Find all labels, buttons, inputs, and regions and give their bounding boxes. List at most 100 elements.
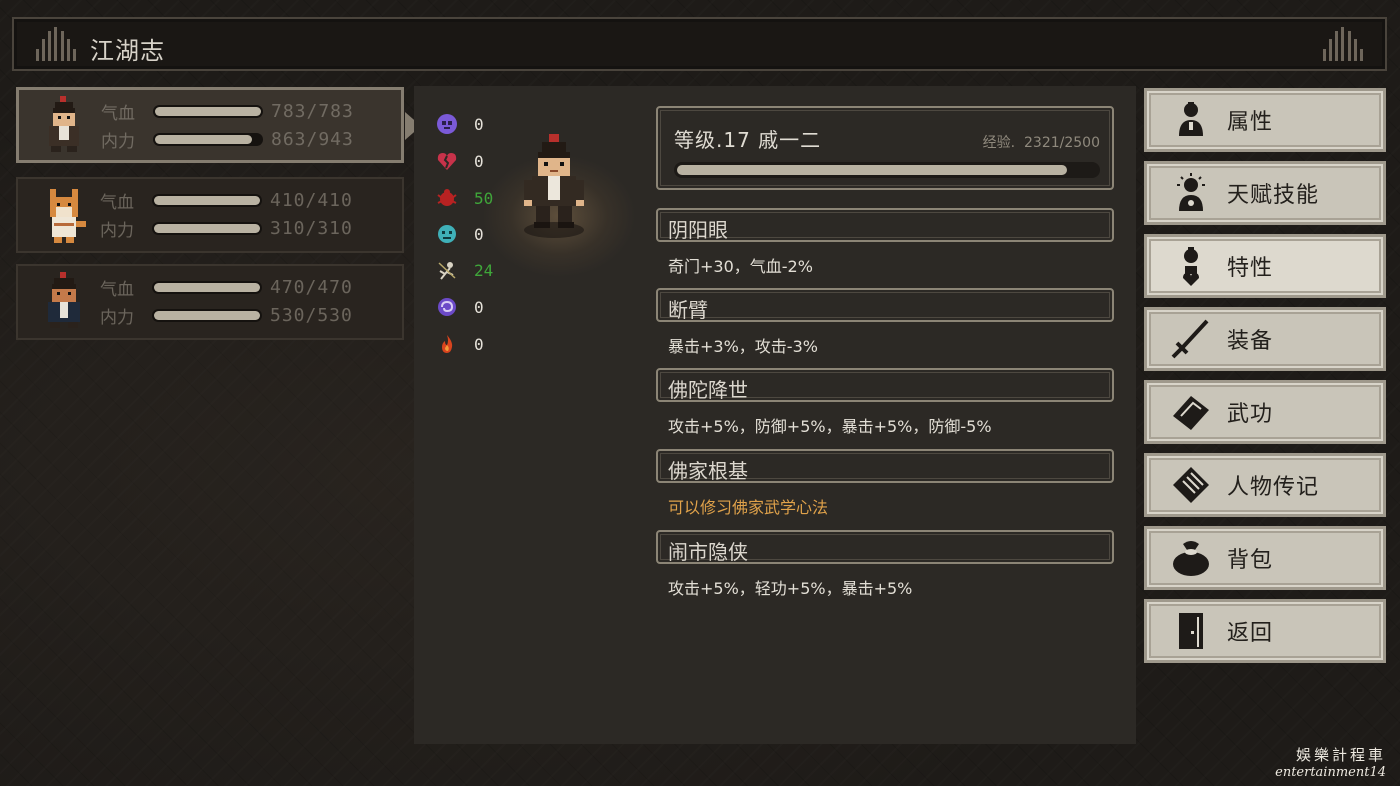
resist-row-flame: 0 [436,332,484,356]
page-title: 江湖志 [90,37,165,65]
hp-row: 气血 783/783 [101,100,354,124]
mp-label: 内力 [100,220,134,241]
menu-back-button[interactable]: 返回 [1144,599,1386,663]
trait-header[interactable]: 阴阳眼 [656,208,1114,242]
ornament-left-icon [36,27,76,61]
mp-bar-fill [154,310,260,320]
trait-header[interactable]: 断臂 [656,288,1114,322]
menu-talent-skills-button[interactable]: 天赋技能 [1144,161,1386,225]
hero-sprite-image [524,134,584,238]
exp-bar-fill [677,165,1067,175]
trait-description: 攻击+5%，轻功+5%，暴击+5% [668,579,913,598]
party-member-3[interactable]: 气血 470/470 内力 530/530 [16,264,404,340]
menu-label: 装备 [1227,329,1274,354]
level-exp-box: 等级.17 戚一二 经验. 2321/2500 [656,106,1114,190]
menu-label: 特性 [1227,256,1274,281]
warrior-portrait-avatar [48,272,80,328]
martial-book-icon [1173,396,1209,430]
hero-portrait-avatar [49,96,79,152]
mp-value: 530/530 [270,304,353,326]
trait-name: 断臂 [668,298,708,322]
mp-bar [152,308,262,322]
menu-label: 属性 [1227,110,1274,135]
purple-skull-icon [437,114,457,134]
hp-value: 410/410 [270,189,353,211]
exp-label: 经验. 2321/2500 [983,132,1100,152]
hp-bar [152,193,262,207]
mp-bar-fill [155,134,252,144]
trait-description: 奇门+30，气血-2% [668,257,813,276]
talent-icon [1177,173,1205,211]
trait-name: 闹市隐侠 [668,540,748,564]
menu-equipment-button[interactable]: 装备 [1144,307,1386,371]
purple-spiral-icon [438,298,456,316]
trait-name: 佛陀降世 [668,378,748,402]
trait-description: 攻击+5%，防御+5%，暴击+5%，防御-5% [668,417,992,436]
mp-label: 内力 [101,131,135,152]
character-detail-panel: 0 0 50 0 24 0 0 [414,86,1136,744]
menu-label: 人物传记 [1227,475,1320,500]
menu-biography-button[interactable]: 人物传记 [1144,453,1386,517]
hp-label: 气血 [100,192,134,213]
menu-label: 天赋技能 [1227,183,1320,208]
party-member-1[interactable]: 气血 783/783 内力 863/943 [16,87,421,163]
sword-icon [1171,319,1209,359]
exp-label-text: 经验. [982,135,1016,151]
flame-icon [442,335,453,353]
trait-header[interactable]: 闹市隐侠 [656,530,1114,564]
title-bar: 江湖志 [12,17,1387,71]
exp-bar [674,162,1100,178]
bound-figure-icon [438,262,456,280]
fox-portrait-avatar [50,189,86,243]
cyan-face-icon [438,225,456,243]
bag-icon [1173,541,1209,576]
biography-scroll-icon [1173,467,1209,503]
menu-martial-arts-button[interactable]: 武功 [1144,380,1386,444]
menu-traits-button[interactable]: 特性 [1144,234,1386,298]
hp-bar [152,280,262,294]
hp-row: 气血 410/410 [100,189,353,213]
resist-value: 0 [474,114,484,134]
trait-header[interactable]: 佛家根基 [656,449,1114,483]
hp-row: 气血 470/470 [100,276,353,300]
trait-icon [1183,247,1199,286]
menu-label: 武功 [1227,402,1274,427]
mp-row: 内力 310/310 [100,217,353,241]
menu-attributes-button[interactable]: 属性 [1144,88,1386,152]
person-icon [1179,102,1203,136]
mp-value: 863/943 [271,128,354,150]
trait-name: 佛家根基 [668,459,748,483]
exp-value: 2321/2500 [1024,135,1100,151]
trait-description: 暴击+3%，攻击-3% [668,337,818,356]
hp-value: 783/783 [271,100,354,122]
red-bug-icon [437,189,457,206]
ornament-right-icon [1323,27,1363,61]
trait-description: 可以修习佛家武学心法 [668,498,829,517]
resist-value: 0 [474,224,484,244]
mp-bar-fill [154,223,260,233]
watermark: 娛樂計程車 entertainment14 [1275,744,1386,780]
trait-header[interactable]: 佛陀降世 [656,368,1114,402]
party-member-2[interactable]: 气血 410/410 内力 310/310 [16,177,404,253]
hp-bar-fill [154,195,260,205]
resist-row-purple-spiral: 0 [436,295,484,319]
hp-bar [153,104,263,118]
mp-row: 内力 863/943 [101,128,354,152]
resist-value: 0 [474,334,484,354]
hp-value: 470/470 [270,276,353,298]
resist-row-broken-heart: 0 [436,149,484,173]
mp-label: 内力 [100,307,134,328]
resist-value: 0 [474,297,484,317]
mp-row: 内力 530/530 [100,304,353,328]
door-icon [1179,613,1203,649]
menu-label: 背包 [1227,548,1274,573]
resist-value: 0 [474,151,484,171]
hp-bar-fill [154,282,260,292]
menu-label: 返回 [1227,621,1274,646]
hp-label: 气血 [101,103,135,124]
menu-inventory-button[interactable]: 背包 [1144,526,1386,590]
resist-row-cyan-face: 0 [436,222,484,246]
watermark-line2: entertainment14 [1275,765,1386,780]
mp-value: 310/310 [270,217,353,239]
mp-bar [152,221,262,235]
